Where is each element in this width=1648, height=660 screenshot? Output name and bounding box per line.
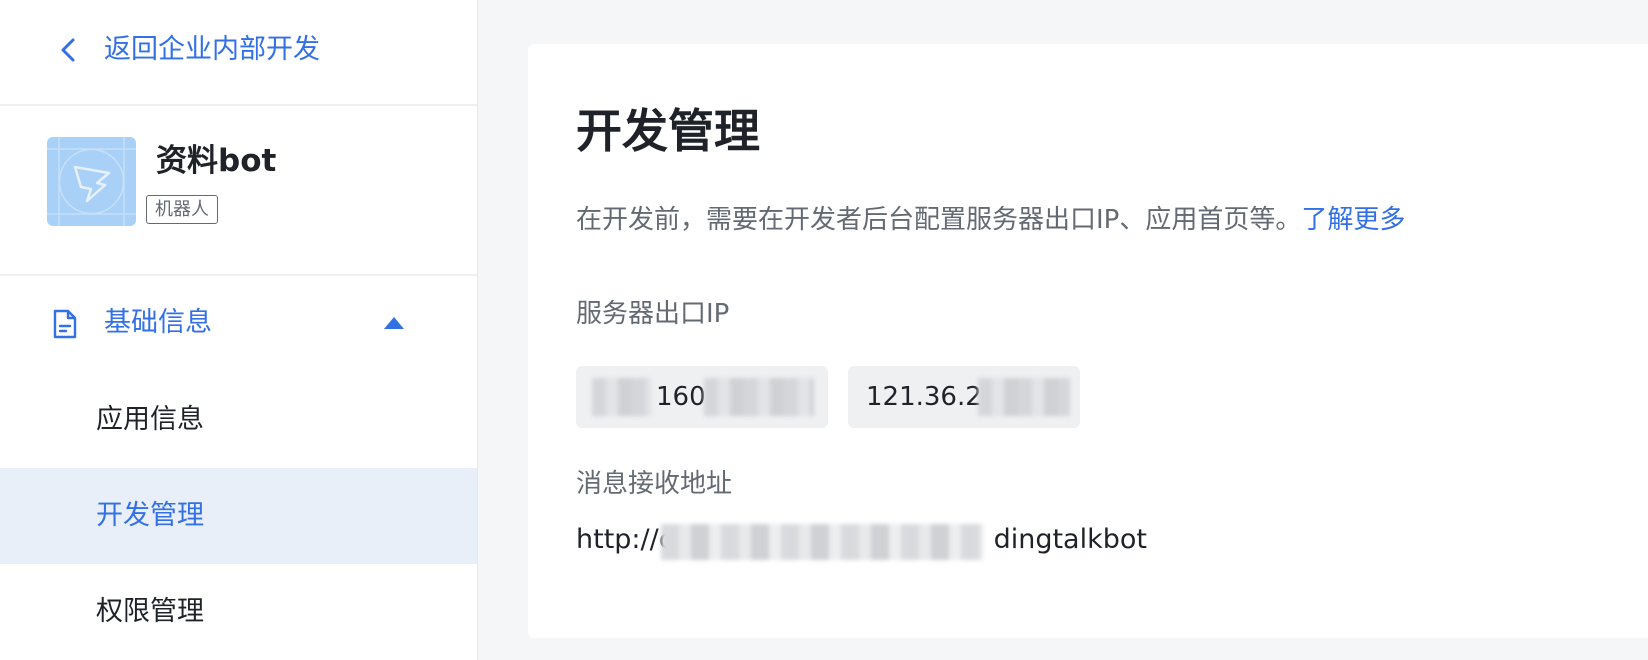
page-title: 开发管理 [576, 104, 760, 158]
sidebar-item-permission-management[interactable]: 权限管理 [0, 564, 477, 660]
nav-group-label: 基础信息 [104, 307, 212, 338]
app-name: 资料bot [156, 143, 277, 179]
app-logo-icon [47, 137, 136, 226]
message-url-suffix: dingtalkbot [993, 524, 1147, 555]
message-url-prefix: http://c [576, 524, 674, 555]
server-ip-chip: 121.36.2 [848, 366, 1080, 428]
caret-up-icon [384, 317, 404, 329]
sidebar-item-app-info[interactable]: 应用信息 [0, 372, 477, 468]
sidebar: 返回企业内部开发 资料bot 机器人 基础信息 应用信息 开发管理 权限管理 [0, 0, 478, 660]
app-header: 资料bot 机器人 [0, 106, 477, 276]
server-ip-label: 服务器出口IP [576, 299, 730, 329]
server-ip-value: 160 [656, 382, 706, 412]
redaction-mask [661, 524, 983, 560]
server-ip-chip: 160 [576, 366, 828, 428]
main-card: 开发管理 在开发前，需要在开发者后台配置服务器出口IP、应用首页等。了解更多 服… [528, 44, 1648, 638]
sidebar-item-label: 应用信息 [96, 404, 204, 435]
sidebar-item-label: 权限管理 [96, 596, 204, 627]
intro-description: 在开发前，需要在开发者后台配置服务器出口IP、应用首页等。 [576, 205, 1302, 235]
nav-group-basic-info[interactable]: 基础信息 [0, 290, 477, 356]
chevron-left-icon [61, 38, 75, 62]
document-icon [53, 309, 77, 339]
intro-text: 在开发前，需要在开发者后台配置服务器出口IP、应用首页等。了解更多 [576, 200, 1405, 240]
sidebar-item-label: 开发管理 [96, 500, 204, 531]
server-ip-value: 121.36.2 [866, 382, 982, 412]
app-type-badge: 机器人 [146, 195, 218, 224]
sidebar-item-dev-management[interactable]: 开发管理 [0, 468, 477, 564]
back-link-label: 返回企业内部开发 [104, 34, 320, 65]
back-link[interactable]: 返回企业内部开发 [0, 0, 477, 106]
learn-more-link[interactable]: 了解更多 [1301, 205, 1405, 235]
message-url-label: 消息接收地址 [576, 469, 733, 499]
